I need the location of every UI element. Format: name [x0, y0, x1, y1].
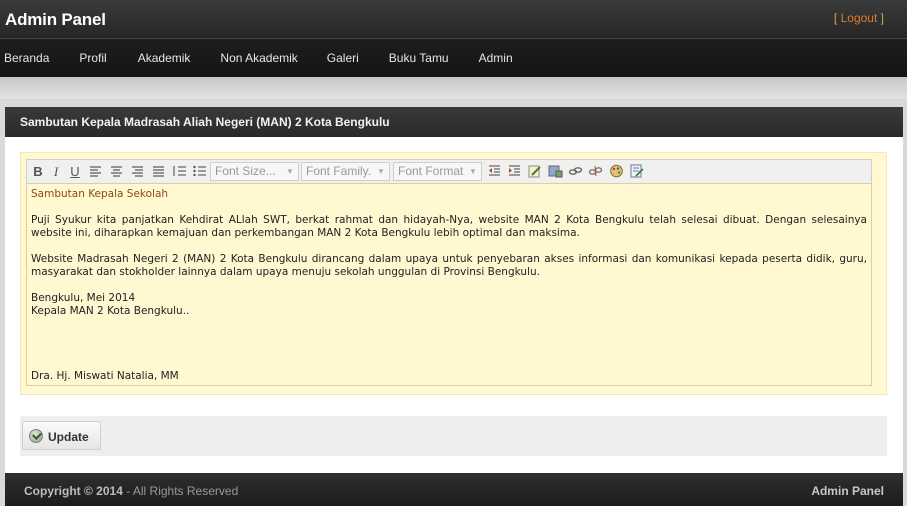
bracket-close: ]: [880, 11, 884, 25]
nav-item-non-akademik[interactable]: Non Akademik: [220, 51, 297, 65]
ordered-list-icon[interactable]: [172, 164, 187, 178]
site-title: Admin Panel: [5, 10, 106, 29]
font-format-value: Font Format: [398, 164, 464, 178]
footer-brand: Admin Panel: [811, 484, 884, 498]
content-signature: Dra. Hj. Miswati Natalia, MM: [31, 370, 179, 382]
editor-content[interactable]: Sambutan Kepala Sekolah Puji Syukur kita…: [26, 183, 872, 386]
nav-item-buku-tamu[interactable]: Buku Tamu: [389, 51, 449, 65]
action-bar: Update: [20, 416, 887, 456]
italic-button[interactable]: I: [49, 162, 63, 181]
logout-area: [ Logout ]: [834, 11, 884, 25]
html-source-icon[interactable]: [629, 164, 644, 178]
panel-title: Sambutan Kepala Madrasah Aliah Negeri (M…: [5, 107, 903, 137]
editor-toolbar: B I U Font Size... ▼ Font Family. ▼ Font F…: [26, 159, 872, 183]
content-paragraph-2: Website Madrasah Negeri 2 (MAN) 2 Kota B…: [31, 253, 867, 278]
edit-icon[interactable]: [527, 164, 542, 178]
chevron-down-icon: ▼: [286, 167, 294, 176]
font-format-select[interactable]: Font Format ▼: [393, 162, 482, 181]
align-justify-icon[interactable]: [151, 164, 166, 178]
unlink-icon[interactable]: [588, 164, 603, 178]
font-family-value: Font Family.: [306, 164, 372, 178]
align-right-icon[interactable]: [130, 164, 145, 178]
content-place-date: Bengkulu, Mei 2014: [31, 292, 136, 304]
bold-button[interactable]: B: [31, 162, 45, 181]
content-position: Kepala MAN 2 Kota Bengkulu..: [31, 305, 190, 317]
chevron-down-icon: ▼: [377, 167, 385, 176]
outdent-icon[interactable]: [487, 164, 502, 178]
image-icon[interactable]: [548, 164, 563, 178]
font-size-value: Font Size...: [215, 164, 276, 178]
unordered-list-icon[interactable]: [192, 164, 207, 178]
font-family-select[interactable]: Font Family. ▼: [301, 162, 390, 181]
rich-text-editor: B I U Font Size... ▼ Font Family. ▼ Font F…: [20, 152, 887, 395]
nav-item-akademik[interactable]: Akademik: [138, 51, 191, 65]
sub-bar: [0, 77, 907, 99]
main-panel: Sambutan Kepala Madrasah Aliah Negeri (M…: [5, 107, 903, 473]
bracket-open: [: [833, 11, 838, 25]
content-paragraph-1: Puji Syukur kita panjatkan Kehdirat ALla…: [31, 214, 867, 239]
indent-icon[interactable]: [507, 164, 522, 178]
header: Admin Panel [ Logout ]: [0, 0, 907, 38]
content-heading: Sambutan Kepala Sekolah: [31, 188, 169, 200]
chevron-down-icon: ▼: [469, 167, 477, 176]
nav-item-beranda[interactable]: Beranda: [4, 51, 49, 65]
color-palette-icon[interactable]: [609, 164, 624, 178]
copyright-text: Copyright © 2014: [24, 484, 123, 498]
update-button-label: Update: [48, 430, 89, 444]
link-icon[interactable]: [568, 164, 583, 178]
check-icon: [29, 429, 43, 443]
align-center-icon[interactable]: [109, 164, 124, 178]
footer: Copyright © 2014 - All Rights Reserved A…: [5, 473, 903, 506]
align-left-icon[interactable]: [88, 164, 103, 178]
logout-link[interactable]: Logout: [841, 11, 878, 25]
rights-text: - All Rights Reserved: [122, 484, 239, 498]
footer-copyright: Copyright © 2014 - All Rights Reserved: [24, 484, 238, 498]
nav-item-admin[interactable]: Admin: [479, 51, 513, 65]
nav-item-profil[interactable]: Profil: [79, 51, 106, 65]
underline-button[interactable]: U: [68, 162, 82, 181]
main-nav: Beranda Profil Akademik Non Akademik Gal…: [0, 38, 907, 77]
font-size-select[interactable]: Font Size... ▼: [210, 162, 299, 181]
update-button[interactable]: Update: [22, 421, 101, 450]
nav-item-galeri[interactable]: Galeri: [327, 51, 359, 65]
